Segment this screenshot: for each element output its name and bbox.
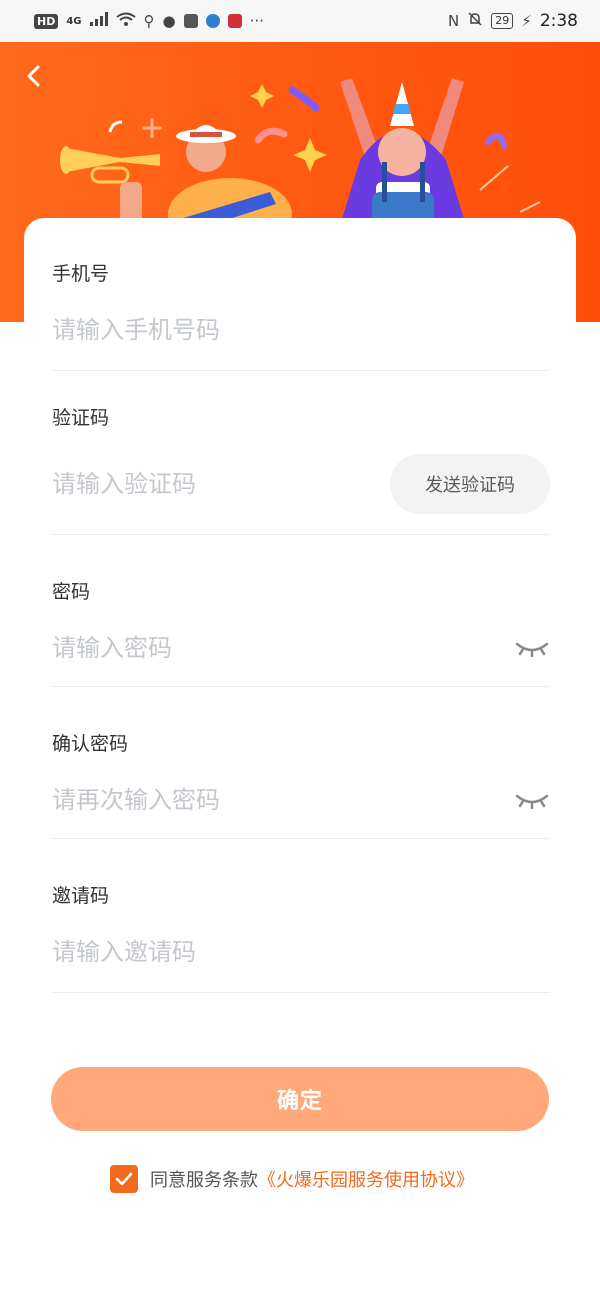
checkmark-icon [115, 1172, 133, 1186]
status-bar: HD 4G ⚲ ● ··· N 29 ⚡ 2:38 [0, 0, 600, 42]
password-visibility-toggle[interactable] [514, 636, 550, 660]
invite-field: 邀请码 [52, 884, 550, 993]
code-label: 验证码 [52, 407, 110, 429]
eye-closed-icon [515, 642, 549, 658]
browser-icon [205, 14, 220, 28]
register-form-card: 手机号 验证码 发送验证码 密码 确认密码 [24, 218, 576, 1301]
invite-label: 邀请码 [52, 885, 110, 907]
confirm-password-label: 确认密码 [52, 733, 129, 755]
battery-indicator: 29 [491, 13, 514, 29]
status-right: N 29 ⚡ 2:38 [448, 11, 578, 31]
phone-input[interactable] [52, 310, 472, 350]
shield-icon [183, 14, 198, 28]
code-field: 验证码 发送验证码 [52, 406, 550, 535]
confirm-password-input[interactable] [52, 780, 472, 820]
hd-badge: HD [34, 13, 59, 29]
mute-icon [467, 11, 483, 31]
register-page: HD 4G ⚲ ● ··· N 29 ⚡ 2:38 手机号 请输入手机号码 验证… [0, 0, 600, 1301]
app-icon [227, 14, 242, 28]
password-label: 密码 [52, 581, 91, 603]
phone-field: 手机号 [52, 262, 550, 371]
wechat-icon: ● [162, 12, 176, 30]
status-left: HD 4G ⚲ ● ··· [34, 12, 264, 30]
charging-icon: ⚡ [521, 12, 532, 30]
usb-icon: ⚲ [143, 12, 155, 30]
signal-icon [89, 12, 108, 30]
clock: 2:38 [539, 11, 578, 31]
confirm-password-field: 确认密码 [52, 732, 550, 839]
wifi-icon [115, 12, 136, 30]
chevron-left-icon [27, 65, 40, 87]
network-type: 4G [66, 15, 82, 27]
confirm-password-visibility-toggle[interactable] [514, 788, 550, 812]
code-input[interactable] [52, 464, 352, 504]
confirm-button[interactable]: 确定 [51, 1067, 549, 1131]
eye-closed-icon [515, 794, 549, 810]
send-code-button[interactable]: 发送验证码 [390, 454, 550, 514]
password-field: 密码 [52, 580, 550, 687]
agree-text: 同意服务条款 [150, 1170, 258, 1191]
phone-label: 手机号 [52, 263, 110, 285]
more-icon: ··· [249, 12, 264, 30]
nfc-icon: N [448, 12, 460, 30]
agree-checkbox[interactable] [110, 1165, 138, 1193]
invite-input[interactable] [52, 932, 472, 972]
agreement-row: 同意服务条款 《火爆乐园服务使用协议》 [110, 1164, 474, 1194]
back-button[interactable] [18, 60, 50, 92]
service-agreement-link[interactable]: 《火爆乐园服务使用协议》 [258, 1166, 474, 1192]
password-input[interactable] [52, 628, 472, 668]
